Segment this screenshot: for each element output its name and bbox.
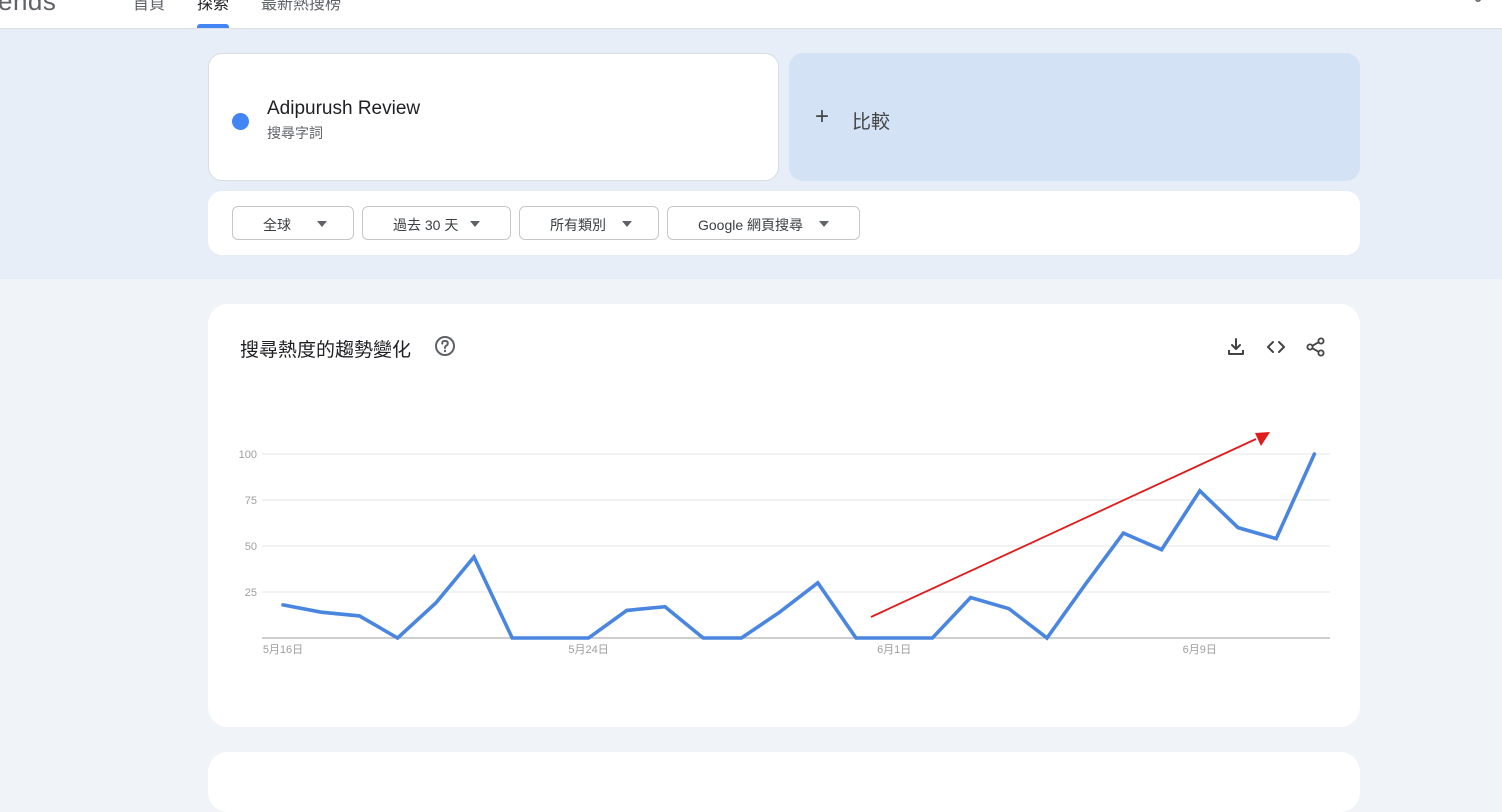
tab-home[interactable]: 首頁 — [133, 0, 165, 14]
top-app-bar: ends 首頁 探索 最新熱搜榜 — [0, 0, 1502, 29]
download-icon[interactable] — [1225, 336, 1247, 358]
region-filter-dropdown[interactable]: 全球 — [232, 206, 354, 240]
compare-label: 比較 — [852, 107, 890, 134]
embed-code-icon[interactable] — [1265, 336, 1287, 358]
term-name[interactable]: Adipurush Review — [267, 98, 420, 120]
chevron-down-icon — [819, 221, 829, 227]
chart-card-title: 搜尋熱度的趨勢變化 — [240, 335, 411, 362]
chevron-down-icon — [470, 221, 480, 227]
search-type-filter-dropdown[interactable]: Google 網頁搜尋 — [667, 206, 860, 240]
interest-over-time-card: 搜尋熱度的趨勢變化 — [208, 304, 1360, 727]
category-filter-dropdown[interactable]: 所有類別 — [519, 206, 659, 240]
tab-trending[interactable]: 最新熱搜榜 — [261, 0, 341, 14]
plus-icon: + — [815, 105, 829, 129]
chevron-down-icon — [317, 221, 327, 227]
active-tab-indicator — [197, 24, 229, 28]
category-filter-label: 所有類別 — [550, 215, 606, 235]
search-type-filter-label: Google 網頁搜尋 — [698, 215, 803, 235]
share-icon[interactable] — [1305, 336, 1327, 358]
region-filter-label: 全球 — [263, 215, 291, 235]
share-icon[interactable] — [1466, 0, 1482, 8]
compare-card[interactable]: + 比較 — [789, 53, 1360, 181]
chevron-down-icon — [622, 221, 632, 227]
app-logo[interactable]: ends — [0, 0, 56, 17]
term-color-dot — [232, 113, 249, 130]
filter-bar: 全球 過去 30 天 所有類別 Google 網頁搜尋 — [208, 191, 1360, 255]
time-range-filter-label: 過去 30 天 — [393, 215, 458, 235]
next-section-card — [208, 752, 1360, 812]
tab-explore[interactable]: 探索 — [197, 0, 229, 14]
search-term-card[interactable]: Adipurush Review 搜尋字詞 — [208, 53, 779, 181]
time-range-filter-dropdown[interactable]: 過去 30 天 — [362, 206, 511, 240]
help-icon[interactable] — [434, 335, 456, 357]
term-type: 搜尋字詞 — [267, 123, 323, 143]
